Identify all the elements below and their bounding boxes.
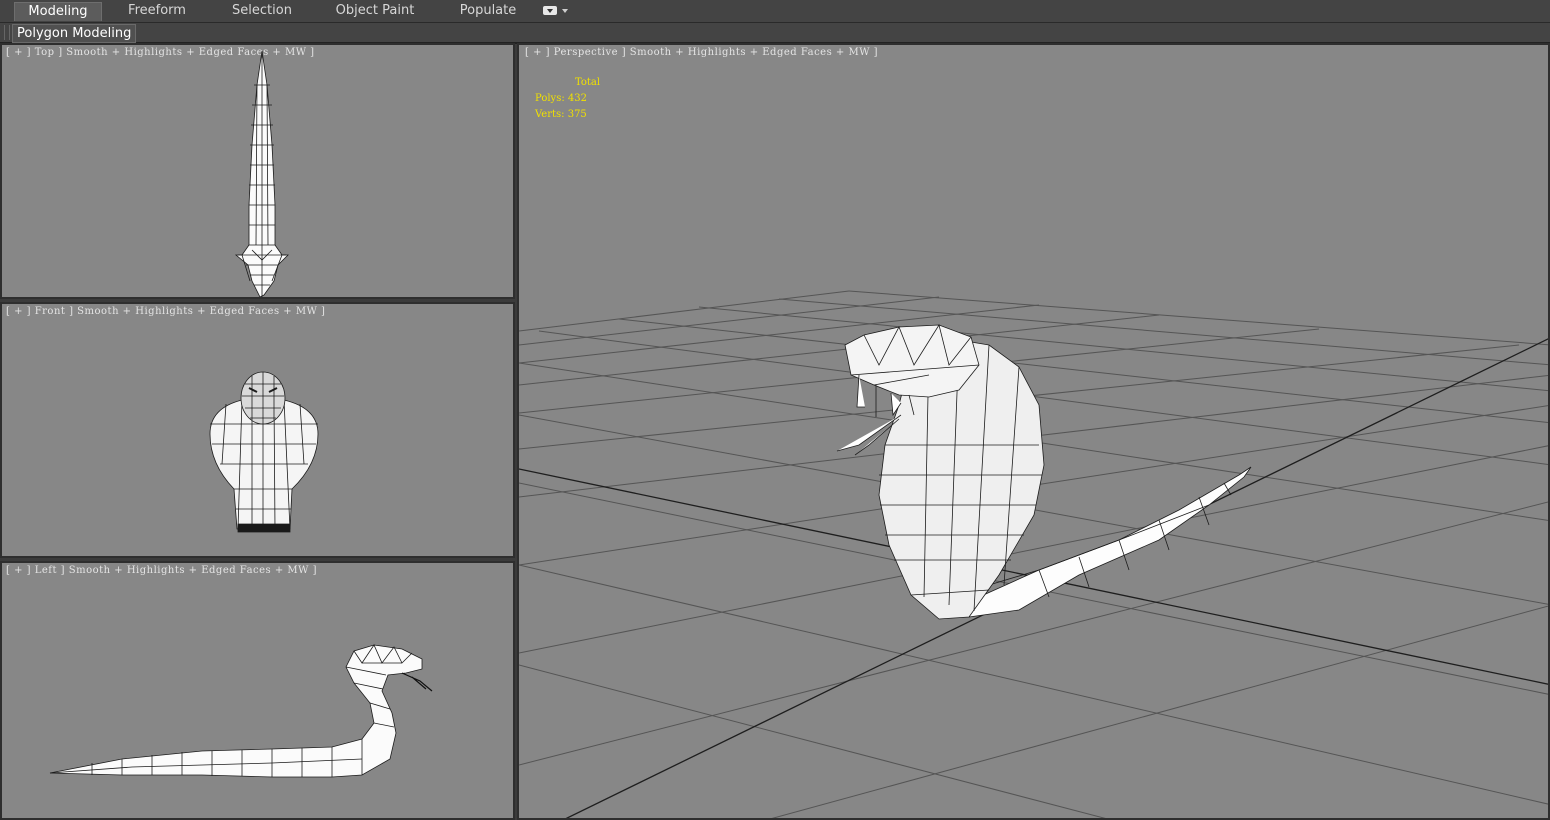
viewport-left[interactable]: [ + ] Left ] Smooth + Highlights + Edged… bbox=[0, 561, 515, 820]
polygon-modeling-panel[interactable]: Polygon Modeling bbox=[12, 24, 137, 43]
ground-grid bbox=[519, 290, 1548, 818]
ribbon-options-icon[interactable] bbox=[543, 6, 557, 15]
tab-freeform[interactable]: Freeform bbox=[116, 2, 198, 20]
snake-model bbox=[836, 323, 1252, 620]
tab-populate[interactable]: Populate bbox=[448, 2, 528, 20]
snake-left-view bbox=[49, 644, 433, 778]
grip-handle-icon[interactable] bbox=[4, 25, 10, 40]
chevron-down-icon[interactable] bbox=[562, 9, 568, 13]
perspective-scene bbox=[519, 290, 1548, 818]
viewport-front[interactable]: [ + ] Front ] Smooth + Highlights + Edge… bbox=[0, 302, 515, 558]
tab-selection[interactable]: Selection bbox=[220, 2, 304, 20]
viewport-top[interactable]: [ + ] Top ] Smooth + Highlights + Edged … bbox=[0, 43, 515, 299]
snake-front-view bbox=[209, 371, 319, 533]
ribbon-tab-bar: Modeling Freeform Selection Object Paint… bbox=[0, 0, 1550, 23]
snake-top-view bbox=[234, 50, 289, 297]
tab-object-paint[interactable]: Object Paint bbox=[330, 2, 420, 20]
ribbon-panel-bar: Polygon Modeling bbox=[0, 23, 1550, 44]
tab-modeling[interactable]: Modeling bbox=[14, 2, 102, 21]
viewport-perspective[interactable]: [ + ] Perspective ] Smooth + Highlights … bbox=[517, 43, 1550, 820]
